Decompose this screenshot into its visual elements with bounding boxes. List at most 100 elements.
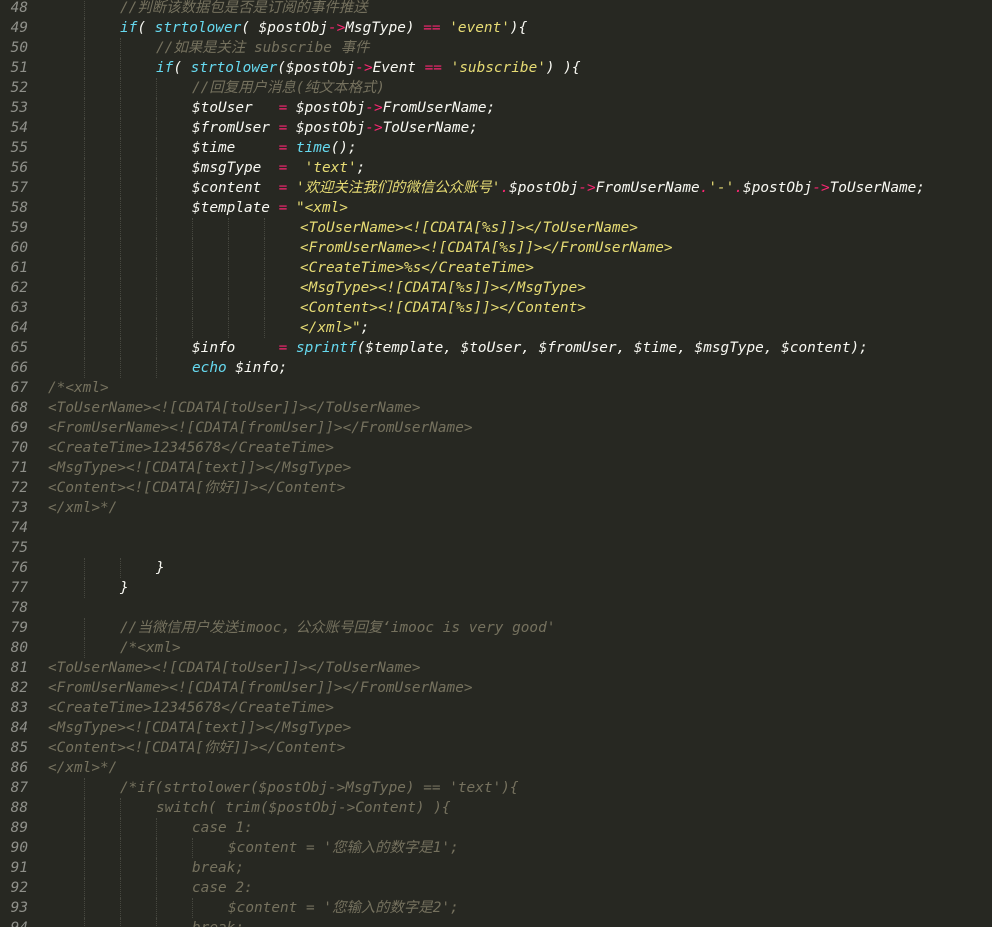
code-line[interactable]: 64 </xml>";: [0, 318, 992, 338]
line-number: 86: [10, 760, 28, 776]
code-line[interactable]: 50 //如果是关注 subscribe 事件: [0, 38, 992, 58]
code-token: time: [295, 140, 331, 156]
code-text: <Content><![CDATA[你好]]></Content>: [48, 738, 345, 758]
code-text: <Content><![CDATA[你好]]></Content>: [48, 478, 345, 498]
code-line[interactable]: 72 <Content><![CDATA[你好]]></Content>: [0, 478, 992, 498]
code-line[interactable]: 56 $msgType = 'text';: [0, 158, 992, 178]
code-token: $content = '您输入的数字是2';: [228, 900, 459, 916]
code-line[interactable]: 91 break;: [0, 858, 992, 878]
code-text: $fromUser = $postObj->ToUserName;: [192, 118, 478, 138]
code-line[interactable]: 81 <ToUserName><![CDATA[toUser]]></ToUser…: [0, 658, 992, 678]
code-text: <ToUserName><![CDATA[toUser]]></ToUserNa…: [48, 658, 421, 678]
code-line[interactable]: 75: [0, 538, 992, 558]
code-line[interactable]: 57 $content = '欢迎关注我们的微信公众账号'.$postObj->F…: [0, 178, 992, 198]
indent-guide: [156, 878, 157, 898]
code-token: $template: [192, 200, 279, 216]
code-line[interactable]: 59 <ToUserName><![CDATA[%s]]></ToUserName…: [0, 218, 992, 238]
code-token: =: [278, 100, 288, 116]
code-editor[interactable]: 48 //判断该数据包是否是订阅的事件推送 49 if( strtolower( $p…: [0, 0, 992, 927]
code-token: <Content><![CDATA[你好]]></Content>: [48, 480, 346, 496]
code-token: $info;: [226, 360, 288, 376]
code-line[interactable]: 55 $time = time();: [0, 138, 992, 158]
code-text: //如果是关注 subscribe 事件: [156, 38, 369, 58]
code-line[interactable]: 54 $fromUser = $postObj->ToUserName;: [0, 118, 992, 138]
code-token: $fromUser: [192, 120, 279, 136]
code-text: if( strtolower( $postObj->MsgType) == 'e…: [120, 18, 527, 38]
line-number: 63: [10, 300, 28, 316]
code-line[interactable]: 65 $info = sprintf($template, $toUser, $f…: [0, 338, 992, 358]
code-line[interactable]: 51 if( strtolower($postObj->Event == 'sub…: [0, 58, 992, 78]
code-line[interactable]: 62 <MsgType><![CDATA[%s]]></MsgType>: [0, 278, 992, 298]
line-number: 48: [10, 0, 28, 16]
code-token: ) ){: [545, 60, 581, 76]
code-line[interactable]: 90 $content = '您输入的数字是1';: [0, 838, 992, 858]
code-line[interactable]: 84 <MsgType><![CDATA[text]]></MsgType>: [0, 718, 992, 738]
indent-guide: [120, 138, 121, 158]
code-token: .: [500, 180, 510, 196]
code-line[interactable]: 85 <Content><![CDATA[你好]]></Content>: [0, 738, 992, 758]
code-line[interactable]: 67 /*<xml>: [0, 378, 992, 398]
code-line[interactable]: 61 <CreateTime>%s</CreateTime>: [0, 258, 992, 278]
code-line[interactable]: 71 <MsgType><![CDATA[text]]></MsgType>: [0, 458, 992, 478]
code-line[interactable]: 63 <Content><![CDATA[%s]]></Content>: [0, 298, 992, 318]
code-line[interactable]: 86 </xml>*/: [0, 758, 992, 778]
code-line[interactable]: 70 <CreateTime>12345678</CreateTime>: [0, 438, 992, 458]
code-line[interactable]: 87 /*if(strtolower($postObj->MsgType) == …: [0, 778, 992, 798]
indent-guide: [84, 818, 85, 838]
code-token: //当微信用户发送imooc，公众账号回复‘imooc is very good…: [120, 620, 556, 636]
code-token: ->: [355, 60, 373, 76]
line-number: 77: [10, 580, 28, 596]
code-line[interactable]: 74: [0, 518, 992, 538]
code-line[interactable]: 77}: [0, 578, 992, 598]
code-line[interactable]: 69 <FromUserName><![CDATA[fromUser]]></Fr…: [0, 418, 992, 438]
code-line[interactable]: 88 switch( trim($postObj->Content) ){: [0, 798, 992, 818]
code-line[interactable]: 68 <ToUserName><![CDATA[toUser]]></ToUser…: [0, 398, 992, 418]
code-line[interactable]: 60 <FromUserName><![CDATA[%s]]></FromUser…: [0, 238, 992, 258]
code-line[interactable]: 66 echo $info;: [0, 358, 992, 378]
code-text: $template = "<xml>: [192, 198, 348, 218]
indent-guide: [228, 318, 229, 338]
indent-guide: [156, 258, 157, 278]
indent-guide: [84, 858, 85, 878]
code-token: ==: [423, 20, 441, 36]
indent-guide: [156, 278, 157, 298]
code-token: FromUserName: [595, 180, 700, 196]
code-text: $content = '您输入的数字是2';: [228, 898, 459, 918]
line-number: 75: [10, 540, 28, 556]
code-line[interactable]: 52 //回复用户消息(纯文本格式): [0, 78, 992, 98]
code-text: <MsgType><![CDATA[text]]></MsgType>: [48, 718, 351, 738]
code-line[interactable]: 48 //判断该数据包是否是订阅的事件推送: [0, 0, 992, 18]
code-line[interactable]: 58 $template = "<xml>: [0, 198, 992, 218]
indent-guide: [156, 178, 157, 198]
code-token: =: [278, 200, 288, 216]
line-number: 72: [10, 480, 28, 496]
code-token: =: [278, 180, 288, 196]
code-line[interactable]: 93 $content = '您输入的数字是2';: [0, 898, 992, 918]
code-line[interactable]: 82 <FromUserName><![CDATA[fromUser]]></Fr…: [0, 678, 992, 698]
code-line[interactable]: 76}: [0, 558, 992, 578]
indent-guide: [192, 318, 193, 338]
code-token: 'event': [449, 20, 510, 36]
code-line[interactable]: 89 case 1:: [0, 818, 992, 838]
code-line[interactable]: 73 </xml>*/: [0, 498, 992, 518]
indent-guide: [120, 58, 121, 78]
code-text: //判断该数据包是否是订阅的事件推送: [120, 0, 368, 18]
code-line[interactable]: 79 //当微信用户发送imooc，公众账号回复‘imooc is very go…: [0, 618, 992, 638]
line-number: 82: [10, 680, 28, 696]
indent-guide: [192, 838, 193, 858]
code-line[interactable]: 49 if( strtolower( $postObj->MsgType) == …: [0, 18, 992, 38]
code-line[interactable]: 92 case 2:: [0, 878, 992, 898]
indent-guide: [120, 338, 121, 358]
indent-guide: [84, 878, 85, 898]
code-text: <ToUserName><![CDATA[toUser]]></ToUserNa…: [48, 398, 421, 418]
code-line[interactable]: 53 $toUser = $postObj->FromUserName;: [0, 98, 992, 118]
code-line[interactable]: 94 break;: [0, 918, 992, 927]
line-number: 60: [10, 240, 28, 256]
line-number: 80: [10, 640, 28, 656]
code-line[interactable]: 80 /*<xml>: [0, 638, 992, 658]
code-line[interactable]: 83 <CreateTime>12345678</CreateTime>: [0, 698, 992, 718]
code-line[interactable]: 78: [0, 598, 992, 618]
code-token: break;: [192, 920, 244, 927]
indent-guide: [84, 318, 85, 338]
